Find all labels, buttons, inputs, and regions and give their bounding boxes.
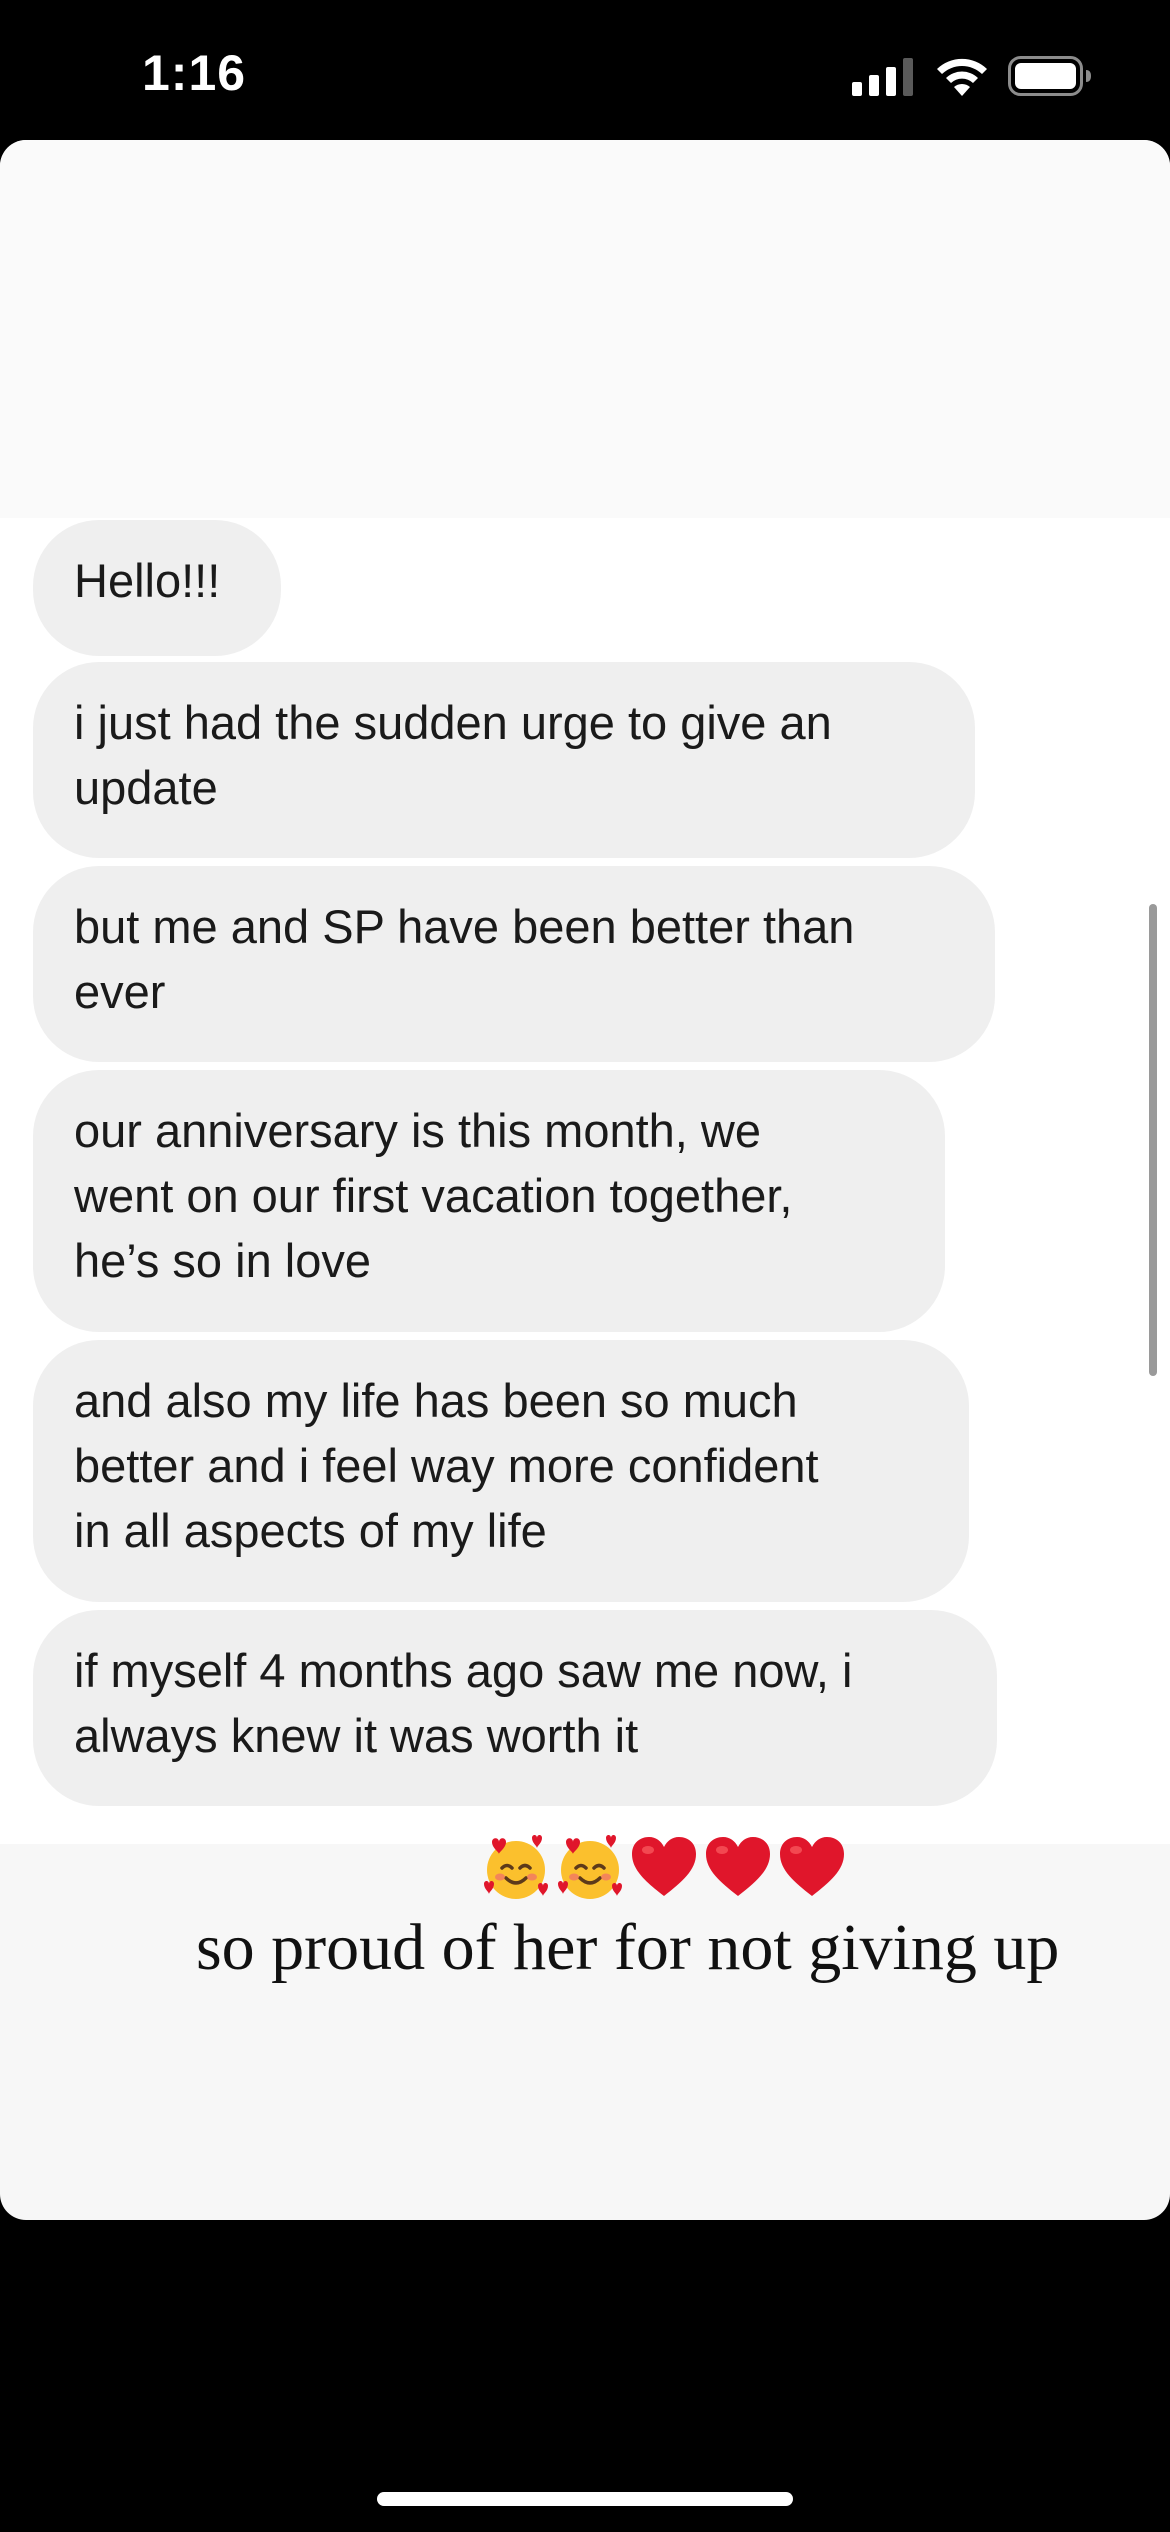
- status-time: 1:16: [142, 45, 247, 101]
- wifi-icon: [937, 58, 987, 96]
- message-bubble: our anniversary is this month, we went o…: [33, 1070, 945, 1332]
- message-bubble: Hello!!!: [33, 520, 281, 656]
- red-heart-emoji: [706, 1837, 770, 1896]
- battery-icon: [1008, 56, 1091, 96]
- home-indicator[interactable]: [377, 2492, 793, 2506]
- message-bubble: but me and SP have been better than ever: [33, 866, 995, 1062]
- message-bubble: i just had the sudden urge to give an up…: [33, 662, 975, 858]
- cellular-signal-icon: [852, 58, 913, 96]
- red-heart-emoji: [632, 1837, 696, 1896]
- status-bar: 1:16: [0, 0, 1170, 140]
- smiling-face-with-hearts-emoji: [558, 1835, 622, 1899]
- story-caption: so proud of her for not giving up: [196, 1911, 1060, 1984]
- red-heart-emoji: [780, 1837, 844, 1896]
- caption-emoji-row: [480, 1830, 848, 1906]
- smiling-face-with-hearts-emoji: [484, 1835, 548, 1899]
- scroll-indicator: [1149, 904, 1157, 1376]
- message-bubble: if myself 4 months ago saw me now, i alw…: [33, 1610, 997, 1806]
- message-bubble: and also my life has been so much better…: [33, 1340, 969, 1602]
- story-blank-area: [0, 140, 1170, 518]
